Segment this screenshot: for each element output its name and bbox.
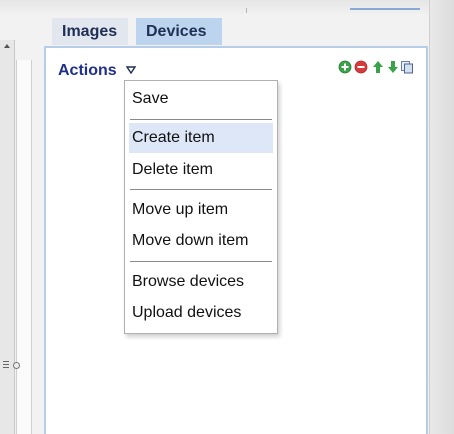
actions-dropdown-menu: Save Create item Delete item Move up ite…: [124, 80, 278, 334]
scroll-up-arrow-icon[interactable]: [4, 44, 10, 48]
grip-lines-icon: [3, 361, 9, 369]
splitter-handle[interactable]: [3, 360, 29, 372]
menu-item-move-up-item[interactable]: Move up item: [129, 195, 273, 225]
menu-separator: [130, 261, 272, 262]
remove-circle-icon[interactable]: [354, 60, 368, 74]
actions-menu-button[interactable]: Actions: [58, 62, 117, 80]
tab-bar: Images Devices: [38, 18, 430, 46]
panel-toolbar: [338, 60, 414, 76]
menu-item-browse-devices[interactable]: Browse devices: [129, 267, 273, 297]
vertical-scrollbar[interactable]: [16, 60, 32, 434]
top-divider-tick: [246, 8, 247, 13]
menu-item-move-down-item[interactable]: Move down item: [129, 226, 273, 256]
menu-separator: [130, 119, 272, 120]
menu-item-create-item[interactable]: Create item: [129, 123, 273, 153]
menu-item-delete-item[interactable]: Delete item: [129, 155, 273, 185]
copy-icon[interactable]: [400, 60, 414, 74]
menu-separator: [130, 189, 272, 190]
left-gutter: [0, 40, 15, 434]
arrow-down-icon[interactable]: [386, 60, 400, 74]
add-circle-icon[interactable]: [338, 60, 352, 74]
grip-dot-icon: [13, 362, 20, 369]
tab-images[interactable]: Images: [52, 18, 128, 45]
top-blue-edge: [350, 8, 420, 10]
menu-item-save[interactable]: Save: [129, 84, 273, 114]
menu-item-upload-devices[interactable]: Upload devices: [129, 298, 273, 328]
arrow-up-icon[interactable]: [371, 60, 385, 74]
right-border: [429, 0, 454, 434]
top-strip: [0, 0, 454, 14]
tab-devices[interactable]: Devices: [136, 18, 222, 45]
triangle-down-outline-icon[interactable]: [126, 66, 136, 74]
